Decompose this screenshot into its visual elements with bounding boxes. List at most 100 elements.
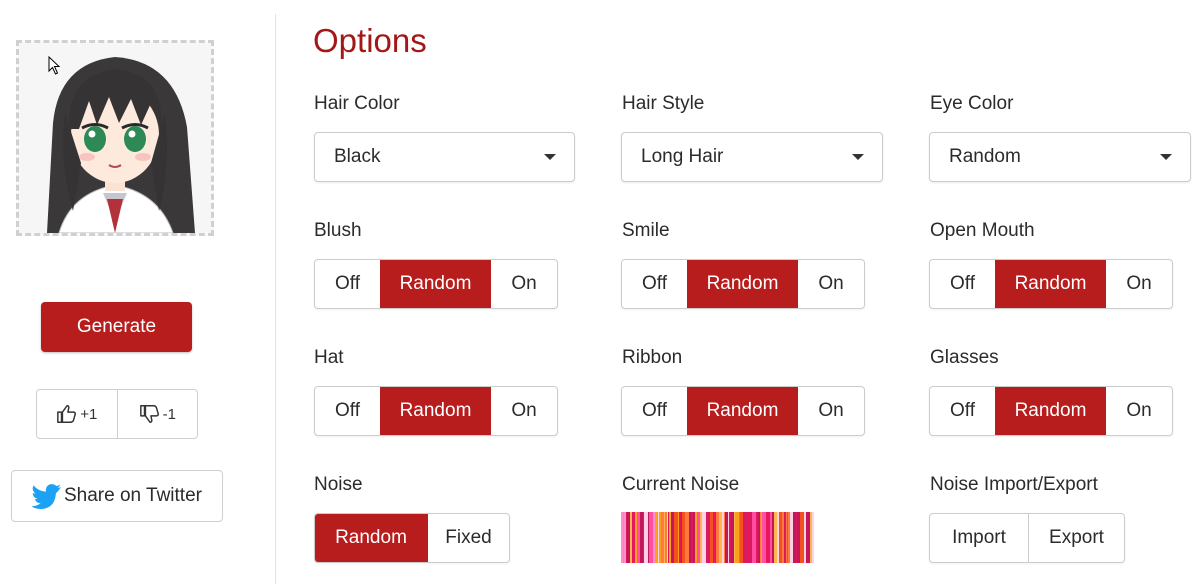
noise-bar — [706, 512, 710, 563]
noise-bar — [788, 512, 790, 563]
blush-off[interactable]: Off — [315, 260, 380, 308]
vote-button-group: +1 -1 — [36, 389, 198, 439]
blush-toggle: Off Random On — [314, 259, 558, 309]
noise-bar — [669, 512, 671, 563]
open-mouth-random[interactable]: Random — [995, 260, 1105, 308]
noise-bar — [719, 512, 722, 563]
smile-on[interactable]: On — [797, 260, 864, 308]
noise-bar — [797, 512, 800, 563]
hair-color-value: Black — [334, 146, 381, 167]
hat-on[interactable]: On — [490, 387, 557, 435]
noise-bar — [749, 512, 752, 563]
noise-bar — [766, 512, 767, 563]
noise-bar — [691, 512, 693, 563]
noise-bar — [775, 512, 777, 563]
noise-bar — [621, 512, 623, 563]
downvote-button[interactable]: -1 — [116, 390, 198, 438]
noise-bar — [724, 512, 725, 563]
noise-bar — [777, 512, 779, 563]
ribbon-off[interactable]: Off — [622, 387, 687, 435]
noise-bar — [756, 512, 758, 563]
noise-bar — [779, 512, 782, 563]
noise-bar — [729, 512, 731, 563]
noise-import-export-label: Noise Import/Export — [930, 474, 1098, 495]
glasses-random[interactable]: Random — [995, 387, 1105, 435]
ribbon-label: Ribbon — [622, 347, 683, 368]
noise-bar — [786, 512, 787, 563]
noise-bar — [787, 512, 788, 563]
noise-bar — [648, 512, 649, 563]
glasses-off[interactable]: Off — [930, 387, 995, 435]
noise-bar — [735, 512, 739, 563]
noise-bar — [693, 512, 695, 563]
noise-random[interactable]: Random — [315, 514, 427, 562]
export-button[interactable]: Export — [1028, 514, 1124, 562]
open-mouth-off[interactable]: Off — [930, 260, 995, 308]
noise-bar — [810, 512, 812, 563]
noise-bar — [640, 512, 643, 563]
open-mouth-label: Open Mouth — [930, 220, 1035, 241]
noise-bar — [747, 512, 748, 563]
downvote-count: -1 — [162, 405, 176, 423]
noise-bar — [697, 512, 700, 563]
hair-style-select[interactable]: Long Hair — [621, 132, 883, 182]
noise-bar — [674, 512, 678, 563]
noise-bar — [643, 512, 644, 563]
noise-bar — [734, 512, 735, 563]
noise-bar — [624, 512, 626, 563]
upvote-count: +1 — [80, 405, 98, 423]
noise-bar — [658, 512, 659, 563]
blush-random[interactable]: Random — [380, 260, 490, 308]
smile-random[interactable]: Random — [687, 260, 797, 308]
hat-off[interactable]: Off — [315, 387, 380, 435]
noise-bar — [761, 512, 762, 563]
generate-button[interactable]: Generate — [41, 302, 192, 352]
upvote-button[interactable]: +1 — [37, 390, 117, 438]
noise-bar — [623, 512, 624, 563]
noise-bar — [637, 512, 640, 563]
noise-fixed[interactable]: Fixed — [427, 514, 509, 562]
noise-bar — [748, 512, 749, 563]
hair-color-select[interactable]: Black — [314, 132, 575, 182]
ribbon-on[interactable]: On — [797, 387, 864, 435]
noise-bar — [644, 512, 648, 563]
noise-bar — [722, 512, 724, 563]
noise-bar — [731, 512, 734, 563]
smile-off[interactable]: Off — [622, 260, 687, 308]
noise-bar — [659, 512, 661, 563]
noise-bar — [800, 512, 804, 563]
noise-bar — [806, 512, 810, 563]
noise-bar — [793, 512, 796, 563]
noise-bar — [782, 512, 784, 563]
noise-bar — [667, 512, 668, 563]
blush-on[interactable]: On — [490, 260, 557, 308]
glasses-on[interactable]: On — [1105, 387, 1172, 435]
caret-down-icon — [544, 154, 556, 160]
noise-bar — [739, 512, 740, 563]
caret-down-icon — [852, 154, 864, 160]
noise-bar — [630, 512, 632, 563]
share-on-twitter-button[interactable]: Share on Twitter — [11, 470, 223, 522]
eye-color-select[interactable]: Random — [929, 132, 1191, 182]
noise-bar — [804, 512, 806, 563]
import-button[interactable]: Import — [930, 514, 1028, 562]
noise-bar — [664, 512, 665, 563]
noise-bar — [685, 512, 689, 563]
ribbon-random[interactable]: Random — [687, 387, 797, 435]
open-mouth-on[interactable]: On — [1105, 260, 1172, 308]
noise-bar — [682, 512, 685, 563]
noise-bar — [770, 512, 772, 563]
noise-bar — [716, 512, 718, 563]
noise-bar — [649, 512, 653, 563]
share-label: Share on Twitter — [63, 485, 202, 506]
current-noise-visualization — [621, 512, 814, 563]
noise-bar — [772, 512, 774, 563]
hat-random[interactable]: Random — [380, 387, 490, 435]
hat-label: Hat — [314, 347, 344, 368]
noise-label: Noise — [314, 474, 363, 495]
noise-bar — [626, 512, 627, 563]
hair-style-value: Long Hair — [641, 146, 724, 167]
glasses-toggle: Off Random On — [929, 386, 1173, 436]
noise-bar — [665, 512, 667, 563]
noise-bar — [746, 512, 747, 563]
